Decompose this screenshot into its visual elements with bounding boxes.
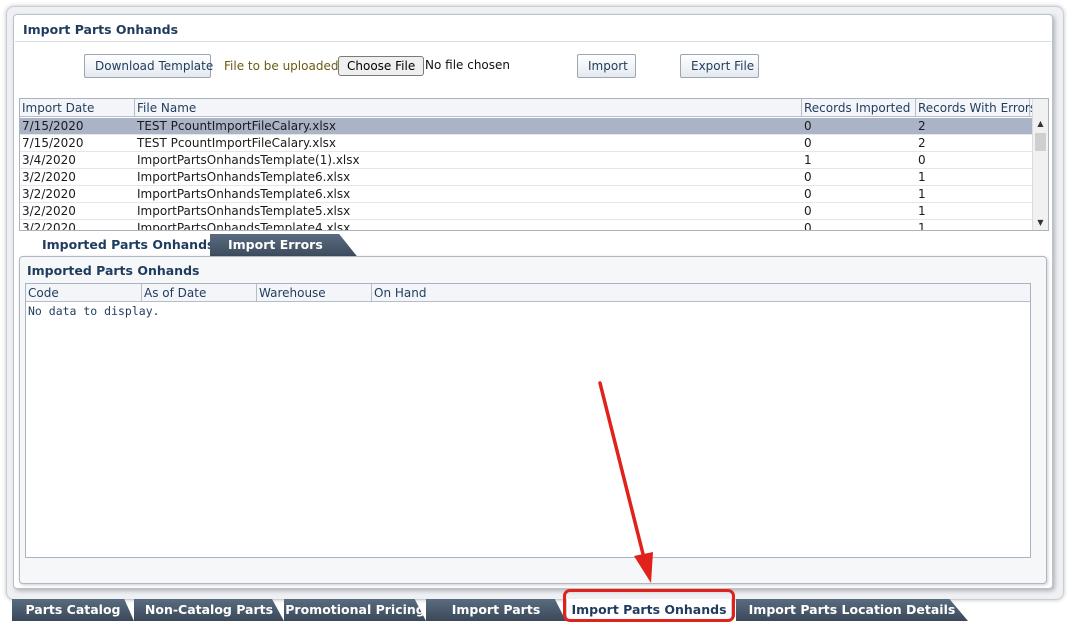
grid-vertical-scrollbar[interactable]: ▲ ▼ [1032,99,1048,230]
title-divider [15,41,1051,42]
table-row[interactable]: 3/4/2020 ImportPartsOnhandsTemplate(1).x… [20,152,1032,169]
import-panel: Import Parts Onhands Download Template F… [13,14,1053,589]
choose-file-button[interactable]: Choose File [338,56,425,76]
tab-import-errors[interactable]: Import Errors [210,234,357,256]
cell-records-with-errors: 2 [918,136,926,150]
col-code[interactable]: Code [26,284,142,302]
cell-import-date: 7/15/2020 [22,119,84,133]
tab-import-parts-location-details[interactable]: Import Parts Location Details [736,599,968,621]
cell-import-date: 3/2/2020 [22,170,76,184]
cell-file-name: ImportPartsOnhandsTemplate6.xlsx [137,170,351,184]
table-row[interactable]: 3/2/2020 ImportPartsOnhandsTemplate6.xls… [20,186,1032,203]
cell-records-with-errors: 0 [918,153,926,167]
col-file-name[interactable]: File Name [135,99,802,117]
scroll-up-icon[interactable]: ▲ [1033,117,1048,131]
col-on-hand[interactable]: On Hand [372,284,1028,302]
sub-panel-title: Imported Parts Onhands [27,263,200,278]
tab-import-parts[interactable]: Import Parts [426,599,566,621]
tab-import-parts-onhands[interactable]: Import Parts Onhands [566,599,732,621]
cell-import-date: 3/4/2020 [22,153,76,167]
scroll-down-icon[interactable]: ▼ [1033,216,1048,230]
cell-records-with-errors: 1 [918,204,926,218]
col-as-of-date[interactable]: As of Date [142,284,257,302]
tab-parts-catalog[interactable]: Parts Catalog [12,599,134,621]
cell-import-date: 3/2/2020 [22,204,76,218]
table-row[interactable]: 7/15/2020 TEST PcountImportFileCalary.xl… [20,135,1032,152]
cell-records-with-errors: 2 [918,119,926,133]
cell-records-imported: 0 [804,119,812,133]
tab-promotional-pricing[interactable]: Promotional Pricing [284,599,426,621]
cell-records-imported: 0 [804,170,812,184]
upload-label: File to be uploaded [224,59,339,73]
table-row[interactable]: 3/2/2020 ImportPartsOnhandsTemplate6.xls… [20,169,1032,186]
col-records-imported[interactable]: Records Imported [802,99,916,117]
imports-grid-header: Import Date File Name Records Imported R… [20,99,1036,117]
tab-non-catalog-parts[interactable]: Non-Catalog Parts [134,599,284,621]
empty-state-text: No data to display. [28,304,160,318]
cell-file-name: ImportPartsOnhandsTemplate5.xlsx [137,204,351,218]
cell-records-imported: 0 [804,204,812,218]
cell-file-name: TEST PcountImportFileCalary.xlsx [137,136,337,150]
cell-file-name: ImportPartsOnhandsTemplate(1).xlsx [137,153,360,167]
cell-import-date: 3/2/2020 [22,187,76,201]
cell-records-imported: 0 [804,136,812,150]
imports-grid: Import Date File Name Records Imported R… [19,98,1049,231]
scrollbar-thumb[interactable] [1035,133,1046,151]
bottom-tab-bar: Parts Catalog Non-Catalog Parts Promotio… [0,595,1073,625]
col-warehouse[interactable]: Warehouse [257,284,372,302]
onhands-grid: Code As of Date Warehouse On Hand No dat… [25,283,1031,558]
cell-import-date: 3/2/2020 [22,221,76,231]
cell-records-with-errors: 1 [918,170,926,184]
download-template-button[interactable]: Download Template [84,54,213,78]
cell-records-imported: 0 [804,187,812,201]
table-row[interactable]: 3/2/2020 ImportPartsOnhandsTemplate4.xls… [20,220,1032,231]
cell-records-with-errors: 1 [918,187,926,201]
cell-records-with-errors: 1 [918,221,926,231]
no-file-text: No file chosen [425,58,511,72]
cell-file-name: TEST PcountImportFileCalary.xlsx [137,119,337,133]
cell-import-date: 7/15/2020 [22,136,84,150]
col-import-date[interactable]: Import Date [20,99,135,117]
cell-file-name: ImportPartsOnhandsTemplate6.xlsx [137,187,351,201]
tab-imported-parts-onhands[interactable]: Imported Parts Onhands [24,234,233,256]
table-row[interactable]: 3/2/2020 ImportPartsOnhandsTemplate5.xls… [20,203,1032,220]
table-row[interactable]: 7/15/2020 TEST PcountImportFileCalary.xl… [20,118,1032,135]
import-button[interactable]: Import [577,54,636,78]
cell-file-name: ImportPartsOnhandsTemplate4.xlsx [137,221,351,231]
imported-onhands-panel: Imported Parts Onhands Code As of Date W… [19,256,1047,584]
cell-records-imported: 0 [804,221,812,231]
cell-records-imported: 1 [804,153,812,167]
export-file-button[interactable]: Export File [680,54,759,78]
onhands-grid-header: Code As of Date Warehouse On Hand [26,284,1030,302]
panel-title: Import Parts Onhands [23,22,179,37]
col-records-with-errors[interactable]: Records With Errors [916,99,1036,117]
